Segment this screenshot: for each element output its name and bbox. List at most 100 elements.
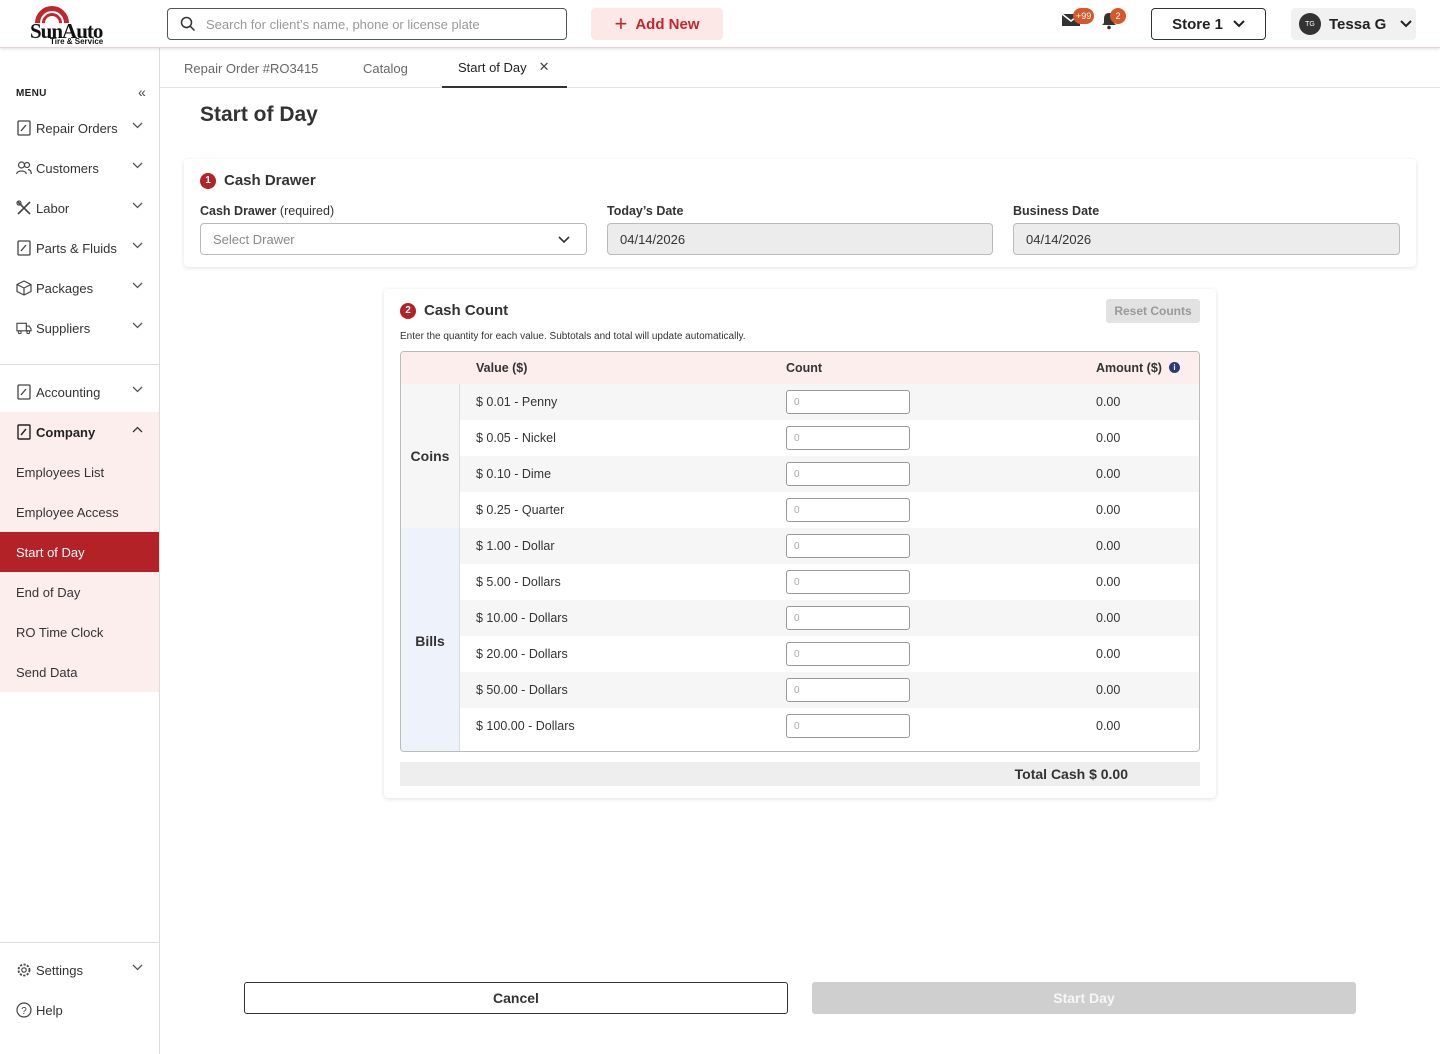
field-label: Cash Drawer [200,204,277,218]
business-date-value: 04/14/2026 [1026,231,1092,247]
count-input[interactable] [786,570,910,594]
tools-icon [16,200,32,216]
sidebar-item-customers[interactable]: Customers [0,148,159,188]
col-amount-header: Amount ($) [1096,361,1162,375]
table-row: $ 20.00 - Dollars 0.00 [460,636,1199,672]
count-input[interactable] [786,678,910,702]
user-name: Tessa G [1329,15,1387,33]
sidebar-item-suppliers[interactable]: Suppliers [0,308,159,348]
sidebar-item-label: Packages [36,280,94,296]
chevron-down-icon [132,282,143,289]
amount-value: 0.00 [1096,647,1121,661]
collapse-sidebar-icon[interactable]: « [138,84,146,100]
drawer-select[interactable]: Select Drawer [200,223,587,255]
count-input[interactable] [786,390,910,414]
tab-label: Start of Day [458,59,527,75]
table-row: $ 0.05 - Nickel 0.00 [460,420,1199,456]
sidebar-item-label: Help [36,1002,63,1018]
chevron-down-icon [1233,20,1245,28]
count-input[interactable] [786,606,910,630]
count-input[interactable] [786,534,910,558]
sidebar-item-label: Settings [36,962,83,978]
top-header: SunAuto Tire & Service + Add New +99 2 S… [0,0,1440,48]
search-input[interactable] [206,16,546,32]
sidebar: MENU « Repair Orders Customers Labor Par… [0,48,160,1054]
start-day-button[interactable]: Start Day [812,982,1356,1014]
sidebar-divider [0,364,159,365]
tab-label: Catalog [363,60,408,76]
denomination-value: $ 10.00 - Dollars [476,611,568,625]
sidebar-item-company[interactable]: Company [0,412,159,452]
sidebar-subitem-end-of-day[interactable]: End of Day [0,572,159,612]
sidebar-subitem-label: Start of Day [16,544,85,560]
avatar: TG [1299,13,1321,35]
box-icon [16,280,32,296]
sunauto-logo[interactable]: SunAuto Tire & Service [27,0,116,48]
sidebar-item-settings[interactable]: Settings [0,950,159,990]
cash-count-table: Value ($) Count Amount ($) i Coins Bills… [400,351,1200,752]
bell-badge: 2 [1110,8,1126,24]
sidebar-item-repair-orders[interactable]: Repair Orders [0,108,159,148]
amount-value: 0.00 [1096,575,1121,589]
store-label: Store 1 [1172,15,1223,33]
search-box[interactable] [167,8,567,40]
store-selector[interactable]: Store 1 [1151,8,1266,40]
user-menu[interactable]: TG Tessa G [1291,8,1416,40]
sidebar-item-packages[interactable]: Packages [0,268,159,308]
sidebar-subitem-label: Employee Access [16,504,119,520]
amount-value: 0.00 [1096,719,1121,733]
sidebar-subitem-label: Employees List [16,464,105,480]
sidebar-item-label: Parts & Fluids [36,240,117,256]
drawer-select-placeholder: Select Drawer [213,231,295,247]
notifications-button[interactable]: 2 [1100,8,1126,35]
cancel-button[interactable]: Cancel [244,982,788,1014]
count-input[interactable] [786,498,910,522]
truck-icon [16,320,32,336]
clipboard-icon [16,384,32,400]
table-row: $ 5.00 - Dollars 0.00 [460,564,1199,600]
sidebar-item-accounting[interactable]: Accounting [0,372,159,412]
amount-value: 0.00 [1096,611,1121,625]
denomination-value: $ 1.00 - Dollar [476,539,555,553]
tab-start-of-day[interactable]: Start of Day ✕ [442,48,567,88]
sidebar-item-label: Accounting [36,384,101,400]
amount-value: 0.00 [1096,683,1121,697]
sidebar-subitem-start-of-day[interactable]: Start of Day [0,532,159,572]
tab-repair-order[interactable]: Repair Order #RO3415 [184,48,318,88]
add-new-button[interactable]: + Add New [591,8,723,40]
sidebar-subitem-label: RO Time Clock [16,624,104,640]
chevron-down-icon [558,236,570,244]
sidebar-item-help[interactable]: ? Help [0,990,159,1030]
cash-drawer-label: Cash Drawer (required) [200,204,334,218]
chevron-up-icon [132,426,143,433]
sidebar-subitem-ro-time-clock[interactable]: RO Time Clock [0,612,159,652]
count-input[interactable] [786,462,910,486]
sidebar-subitem-label: End of Day [16,584,81,600]
count-input[interactable] [786,642,910,666]
count-input[interactable] [786,714,910,738]
close-icon[interactable]: ✕ [539,59,550,75]
sidebar-subitem-send-data[interactable]: Send Data [0,652,159,692]
count-input[interactable] [786,426,910,450]
logo-sub-text: Tire & Service [50,37,104,46]
sidebar-subitem-employees-list[interactable]: Employees List [0,452,159,492]
sidebar-item-parts-fluids[interactable]: Parts & Fluids [0,228,159,268]
tab-catalog[interactable]: Catalog [363,48,408,88]
chevron-down-icon [132,242,143,249]
table-row: $ 0.10 - Dime 0.00 [460,456,1199,492]
search-icon [180,16,196,32]
mail-button[interactable]: +99 [1061,8,1095,33]
step-number: 2 [400,302,416,319]
today-date-label: Today’s Date [607,204,684,218]
users-icon [16,160,32,176]
cash-count-heading: 2 Cash Count [400,302,508,319]
mail-badge: +99 [1073,8,1095,24]
reset-counts-button[interactable]: Reset Counts [1106,299,1200,323]
table-row: $ 0.01 - Penny 0.00 [460,384,1199,420]
gear-icon [16,962,32,978]
sidebar-subitem-employee-access[interactable]: Employee Access [0,492,159,532]
required-note: (required) [279,204,335,218]
sidebar-item-labor[interactable]: Labor [0,188,159,228]
denomination-value: $ 0.01 - Penny [476,395,558,409]
info-icon[interactable]: i [1169,362,1180,373]
